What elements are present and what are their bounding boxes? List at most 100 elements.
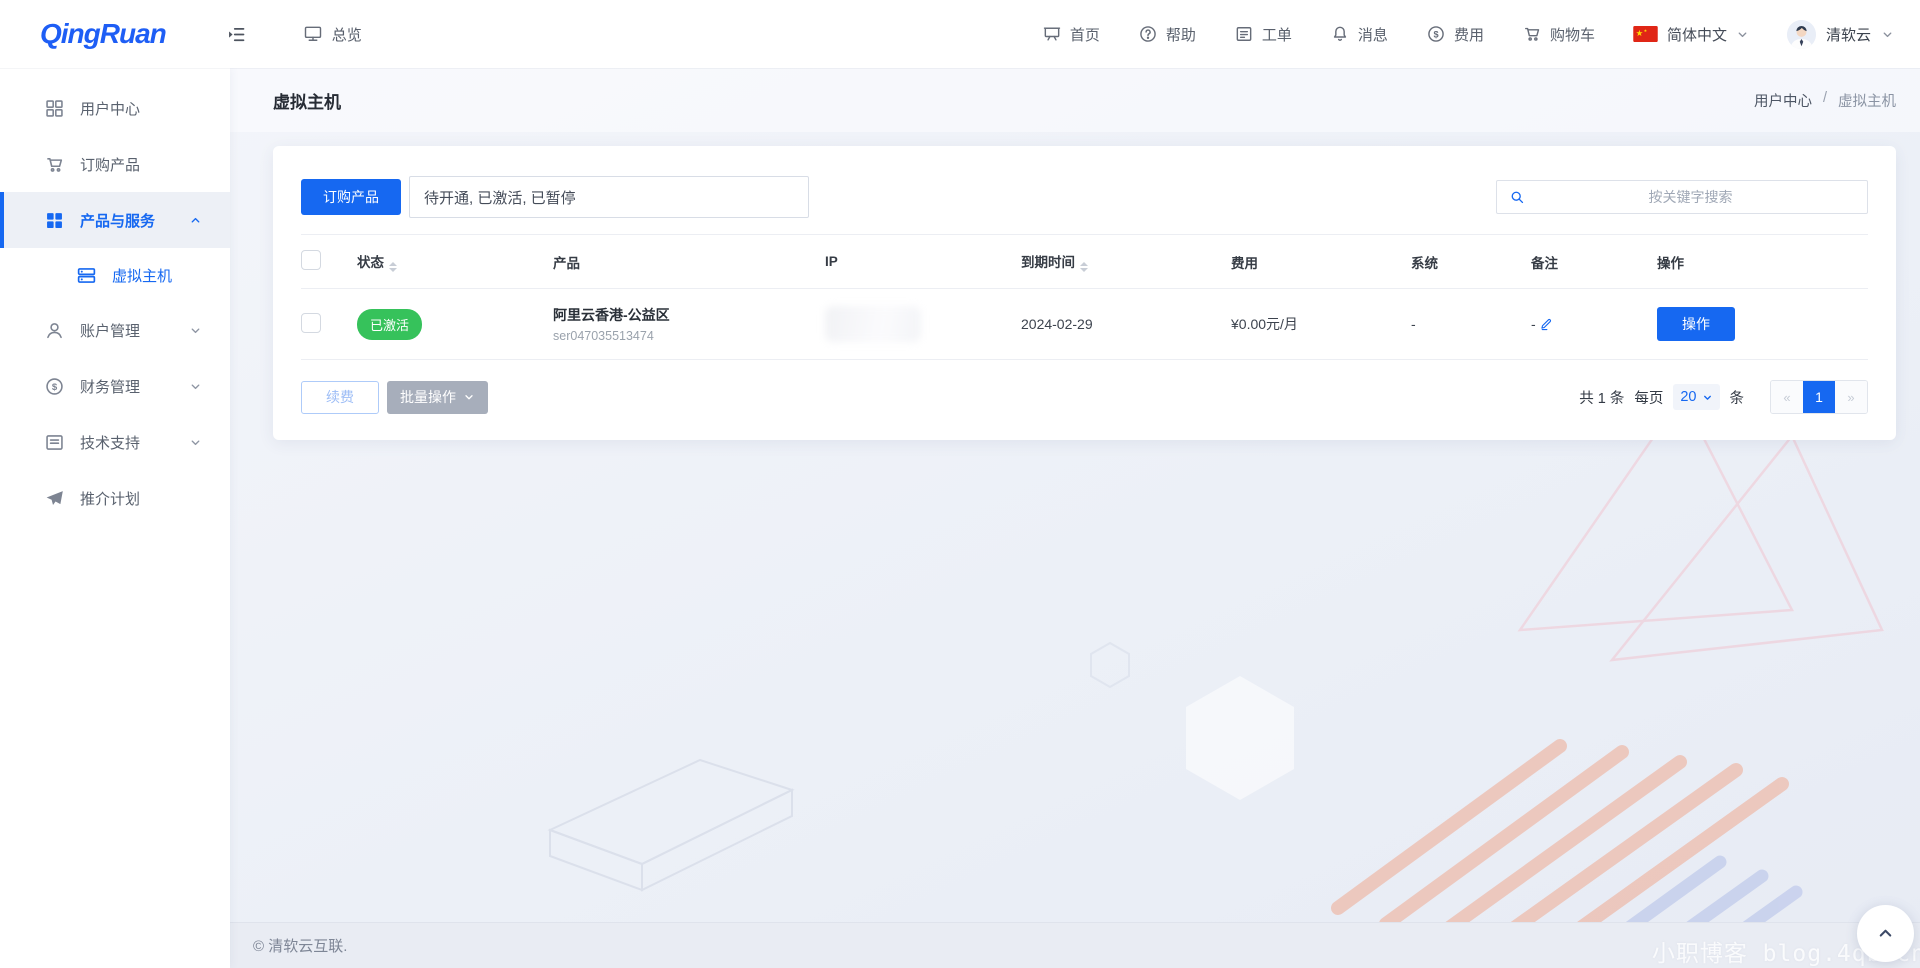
host-list-card: 订购产品 [273, 146, 1896, 440]
help-icon [1138, 24, 1158, 44]
search-icon [1509, 189, 1526, 206]
send-icon [44, 488, 65, 509]
per-page-select[interactable]: 20 [1673, 384, 1719, 410]
current-page-button[interactable]: 1 [1803, 381, 1835, 413]
document-icon [44, 432, 65, 453]
dollar-circle-icon: $ [44, 376, 65, 397]
system-value: - [1411, 316, 1416, 332]
chevron-down-icon [189, 436, 202, 449]
user-menu[interactable]: 清软云 [1787, 20, 1894, 49]
status-filter-input[interactable] [409, 176, 809, 218]
svg-text:★: ★ [1636, 28, 1644, 38]
main-content: 虚拟主机 用户中心 / 虚拟主机 订购产品 [230, 68, 1920, 968]
sidebar-item-virtual-host[interactable]: 虚拟主机 [0, 248, 230, 302]
sidebar-item-referral[interactable]: 推介计划 [0, 470, 230, 526]
status-badge: 已激活 [357, 309, 422, 340]
chevron-down-icon [189, 324, 202, 337]
cart-icon [44, 154, 65, 175]
column-system: 系统 [1411, 235, 1531, 289]
board-icon [1042, 24, 1062, 44]
list-controls: 续费 批量操作 共 1 条 每页 20 条 [301, 380, 1868, 414]
language-label: 简体中文 [1667, 24, 1727, 45]
nav-home-label: 首页 [1070, 24, 1100, 45]
language-selector[interactable]: ★★ 简体中文 [1633, 24, 1749, 45]
remark-value: - [1531, 316, 1536, 332]
user-icon [44, 320, 65, 341]
nav-billing[interactable]: $ 费用 [1426, 24, 1484, 45]
column-action: 操作 [1657, 235, 1868, 289]
sidebar-item-label: 推介计划 [80, 488, 140, 509]
sort-status-icon[interactable] [389, 262, 397, 272]
renew-button[interactable]: 续费 [301, 381, 379, 414]
page-footer: © 清软云互联. [230, 922, 1920, 968]
nav-overview-label: 总览 [332, 24, 362, 45]
edit-remark-icon[interactable] [1539, 317, 1553, 331]
card-toolbar: 订购产品 [301, 176, 1868, 218]
brand-logo[interactable]: QingRuan [40, 18, 166, 50]
nav-home[interactable]: 首页 [1042, 24, 1100, 45]
nav-help-label: 帮助 [1166, 24, 1196, 45]
nav-cart[interactable]: 购物车 [1522, 24, 1595, 45]
nav-ticket-label: 工单 [1262, 24, 1292, 45]
nav-overview[interactable]: 总览 [303, 24, 362, 45]
select-all-checkbox[interactable] [301, 250, 321, 270]
grid-icon [44, 98, 65, 119]
column-expire: 到期时间 [1021, 235, 1231, 289]
expire-date: 2024-02-29 [1021, 316, 1093, 332]
column-fee: 费用 [1231, 235, 1411, 289]
sidebar-item-label: 订购产品 [80, 154, 140, 175]
nav-messages[interactable]: 消息 [1330, 24, 1388, 45]
username-label: 清软云 [1826, 24, 1871, 45]
column-status: 状态 [357, 235, 553, 289]
next-page-button[interactable]: » [1835, 381, 1867, 413]
sidebar-item-user-center[interactable]: 用户中心 [0, 80, 230, 136]
batch-action-button[interactable]: 批量操作 [387, 381, 488, 414]
scroll-to-top-button[interactable] [1857, 905, 1914, 962]
top-header: QingRuan 总览 首页 [0, 0, 1920, 68]
nav-ticket[interactable]: 工单 [1234, 24, 1292, 45]
svg-text:$: $ [1433, 29, 1438, 39]
page-header: 虚拟主机 用户中心 / 虚拟主机 [230, 68, 1920, 132]
china-flag-icon: ★★ [1633, 26, 1658, 42]
avatar [1787, 20, 1816, 49]
ticket-icon [1234, 24, 1254, 44]
row-checkbox[interactable] [301, 313, 321, 333]
per-page-unit: 条 [1730, 387, 1745, 408]
chevron-down-icon [463, 391, 475, 403]
breadcrumb-separator: / [1823, 90, 1827, 111]
page-title: 虚拟主机 [273, 88, 341, 113]
sort-expire-icon[interactable] [1080, 262, 1088, 272]
breadcrumb-root[interactable]: 用户中心 [1754, 90, 1812, 111]
host-table: 状态 产品 IP 到期时间 费用 系统 备注 操作 已激活 [301, 234, 1868, 360]
sidebar-item-order-products[interactable]: 订购产品 [0, 136, 230, 192]
sidebar-item-label: 虚拟主机 [112, 265, 172, 286]
sidebar-collapse-button[interactable] [226, 24, 247, 45]
order-product-button[interactable]: 订购产品 [301, 179, 401, 215]
prev-page-button[interactable]: « [1771, 381, 1803, 413]
nav-messages-label: 消息 [1358, 24, 1388, 45]
collapse-menu-icon [226, 24, 247, 45]
chevron-down-icon [1702, 392, 1713, 403]
sidebar-item-support[interactable]: 技术支持 [0, 414, 230, 470]
nav-help[interactable]: 帮助 [1138, 24, 1196, 45]
keyword-search-box[interactable] [1496, 180, 1868, 214]
pagination: 共 1 条 每页 20 条 « 1 » [1579, 380, 1868, 414]
sidebar-item-products-services[interactable]: 产品与服务 [0, 192, 230, 248]
sidebar-item-label: 财务管理 [80, 376, 140, 397]
chevron-up-icon [189, 214, 202, 227]
server-icon [76, 265, 97, 286]
sidebar-item-finance[interactable]: $ 财务管理 [0, 358, 230, 414]
nav-cart-label: 购物车 [1550, 24, 1595, 45]
svg-text:$: $ [52, 382, 58, 393]
cart-icon [1522, 24, 1542, 44]
column-product: 产品 [553, 235, 825, 289]
sidebar-item-account[interactable]: 账户管理 [0, 302, 230, 358]
keyword-search-input[interactable] [1526, 189, 1855, 205]
sidebar-item-label: 技术支持 [80, 432, 140, 453]
product-code: ser047035513474 [553, 329, 825, 343]
grid-filled-icon [44, 210, 65, 231]
row-action-button[interactable]: 操作 [1657, 307, 1735, 341]
per-page-label: 每页 [1634, 387, 1663, 408]
header-nav: 首页 帮助 工单 消息 [1042, 20, 1894, 49]
svg-text:★: ★ [1644, 28, 1648, 33]
